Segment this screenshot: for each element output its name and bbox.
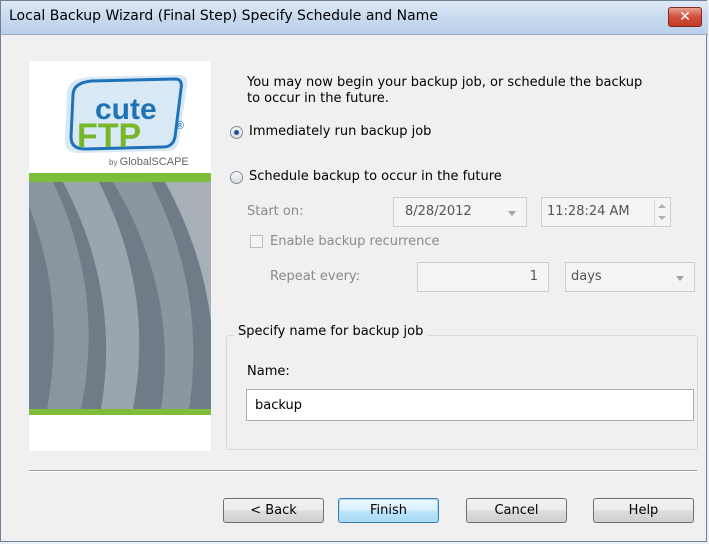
cuteftp-logo-graphic: cute FTP ® by GlobalSCAPE [65, 75, 189, 168]
side-decorative-art [29, 182, 211, 409]
close-button[interactable]: ✕ [668, 7, 702, 27]
intro-text-line2: to occur in the future. [247, 91, 389, 106]
immediate-run-radio[interactable] [230, 126, 243, 139]
help-button[interactable]: Help [593, 498, 694, 523]
side-green-bar-top [29, 173, 211, 182]
enable-recurrence-checkbox[interactable] [250, 235, 263, 248]
start-time-spinner[interactable]: 11:28:24 AM [541, 197, 671, 227]
logo-ftp-text: FTP [77, 117, 141, 155]
backup-wizard-window: Local Backup Wizard (Final Step) Specify… [0, 0, 708, 542]
spin-down-icon[interactable] [658, 216, 666, 220]
schedule-future-label[interactable]: Schedule backup to occur in the future [249, 169, 502, 184]
spin-up-icon[interactable] [658, 204, 666, 208]
schedule-future-radio[interactable] [230, 171, 243, 184]
wizard-side-image: cute FTP ® by GlobalSCAPE [29, 61, 211, 451]
radio-selected-dot [234, 130, 239, 135]
footer-separator [29, 470, 697, 472]
backup-name-group-legend: Specify name for backup job [234, 324, 428, 339]
backup-name-input[interactable] [247, 391, 685, 419]
repeat-every-input[interactable]: 1 [417, 262, 549, 292]
start-date-picker[interactable]: 8/28/2012 [393, 197, 527, 227]
finish-button[interactable]: Finish [338, 498, 439, 523]
time-spin-buttons[interactable] [654, 200, 668, 226]
repeat-unit-value: days [571, 269, 602, 284]
immediate-run-label[interactable]: Immediately run backup job [249, 124, 431, 139]
enable-recurrence-label[interactable]: Enable backup recurrence [270, 234, 440, 249]
title-bar[interactable]: Local Backup Wizard (Final Step) Specify… [1, 1, 708, 35]
chevron-down-icon[interactable] [508, 211, 516, 216]
chevron-down-icon[interactable] [676, 276, 684, 281]
close-icon: ✕ [679, 9, 691, 25]
cancel-button[interactable]: Cancel [466, 498, 567, 523]
name-label: Name: [247, 364, 290, 379]
side-bottom-fill [29, 415, 211, 451]
repeat-every-value: 1 [529, 269, 538, 284]
intro-text-line1: You may now begin your backup job, or sc… [247, 75, 643, 90]
window-title: Local Backup Wizard (Final Step) Specify… [9, 8, 438, 24]
logo-registered-mark: ® [176, 120, 184, 132]
cuteftp-logo: cute FTP ® by GlobalSCAPE [29, 61, 211, 173]
logo-by-globalscape: by GlobalSCAPE [109, 156, 189, 168]
start-on-label: Start on: [247, 204, 304, 219]
repeat-unit-select[interactable]: days [565, 262, 695, 292]
start-date-value: 8/28/2012 [405, 204, 472, 219]
start-time-value: 11:28:24 AM [547, 204, 630, 219]
repeat-every-label: Repeat every: [270, 269, 361, 284]
backup-name-field[interactable] [246, 389, 694, 421]
back-button[interactable]: < Back [223, 498, 324, 523]
